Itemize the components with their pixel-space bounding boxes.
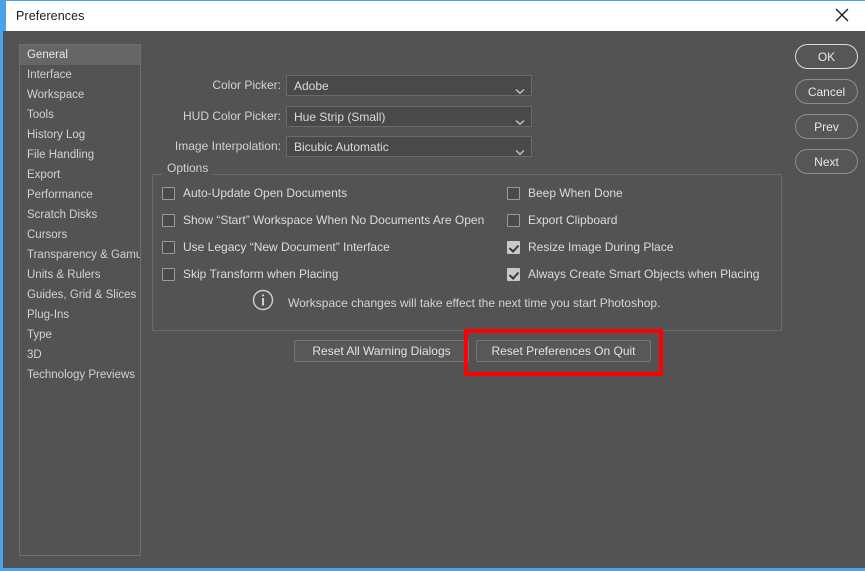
chevron-down-icon: [515, 82, 525, 100]
sidebar-item-performance[interactable]: Performance: [20, 185, 140, 205]
sidebar-item-transparency-gamut[interactable]: Transparency & Gamut: [20, 245, 140, 265]
reset-all-warning-dialogs-button[interactable]: Reset All Warning Dialogs: [294, 340, 469, 362]
sidebar-item-type[interactable]: Type: [20, 325, 140, 345]
reset-preferences-on-quit-button[interactable]: Reset Preferences On Quit: [476, 340, 651, 362]
checkbox-row[interactable]: Beep When Done: [507, 184, 623, 202]
checkbox-row[interactable]: Use Legacy “New Document” Interface: [162, 238, 390, 256]
field-label-slot: Color Picker:: [156, 75, 281, 96]
cancel-button[interactable]: Cancel: [795, 79, 858, 104]
checkbox-label: Beep When Done: [528, 186, 623, 200]
checkbox-unchecked-icon[interactable]: [162, 240, 175, 254]
checkbox-row[interactable]: Auto-Update Open Documents: [162, 184, 347, 202]
preferences-dialog: Preferences General Interface Workspace Too…: [0, 0, 865, 571]
dialog-content: General Interface Workspace Tools History Lo…: [6, 31, 865, 568]
dropdown-hud-color-picker[interactable]: Hue Strip (Small): [286, 106, 532, 127]
field-label-slot: Image Interpolation:: [156, 136, 281, 157]
field-row: Image Interpolation: Bicubic Automatic: [6, 136, 566, 157]
checkbox-checked-icon[interactable]: [507, 240, 520, 254]
sidebar-item-3d[interactable]: 3D: [20, 345, 140, 365]
options-group-title: Options: [162, 161, 214, 175]
field-label: Image Interpolation:: [174, 139, 281, 153]
field-label: HUD Color Picker:: [182, 109, 281, 123]
checkbox-label: Resize Image During Place: [528, 240, 674, 254]
chevron-down-icon: [515, 143, 525, 161]
field-row: HUD Color Picker: Hue Strip (Small): [6, 106, 566, 127]
checkbox-unchecked-icon[interactable]: [507, 186, 520, 200]
sidebar-item-export[interactable]: Export: [20, 165, 140, 185]
info-icon: [252, 289, 274, 316]
checkbox-label: Always Create Smart Objects when Placing: [528, 267, 760, 281]
field-label: Color Picker:: [212, 78, 281, 92]
checkbox-unchecked-icon[interactable]: [162, 186, 175, 200]
chevron-down-icon: [515, 113, 525, 131]
close-icon[interactable]: [819, 1, 865, 29]
title-bar: Preferences: [3, 0, 865, 31]
sidebar-item-general[interactable]: General: [20, 45, 140, 65]
sidebar-item-scratch-disks[interactable]: Scratch Disks: [20, 205, 140, 225]
window-title: Preferences: [16, 9, 85, 23]
field-row: Color Picker: Adobe: [6, 75, 566, 96]
checkbox-label: Show “Start” Workspace When No Documents…: [183, 213, 485, 227]
checkbox-row[interactable]: Skip Transform when Placing: [162, 265, 338, 283]
checkbox-unchecked-icon[interactable]: [162, 213, 175, 227]
checkbox-row[interactable]: Export Clipboard: [507, 211, 617, 229]
sidebar-item-units-rulers[interactable]: Units & Rulers: [20, 265, 140, 285]
prev-button[interactable]: Prev: [795, 114, 858, 139]
checkbox-label: Skip Transform when Placing: [183, 267, 339, 281]
ok-button[interactable]: OK: [795, 44, 858, 69]
dropdown-color-picker[interactable]: Adobe: [286, 75, 532, 96]
checkbox-row[interactable]: Show “Start” Workspace When No Documents…: [162, 211, 484, 229]
field-label-slot: HUD Color Picker:: [156, 106, 281, 127]
checkbox-unchecked-icon[interactable]: [162, 267, 175, 281]
sidebar-item-technology-previews[interactable]: Technology Previews: [20, 365, 140, 385]
sidebar-item-cursors[interactable]: Cursors: [20, 225, 140, 245]
checkbox-row[interactable]: Resize Image During Place: [507, 238, 673, 256]
checkbox-label: Export Clipboard: [528, 213, 618, 227]
sidebar-item-guides-grid-slices[interactable]: Guides, Grid & Slices: [20, 285, 140, 305]
dropdown-value: Bicubic Automatic: [294, 140, 389, 154]
dropdown-image-interpolation[interactable]: Bicubic Automatic: [286, 136, 532, 157]
checkbox-row[interactable]: Always Create Smart Objects when Placing: [507, 265, 759, 283]
checkbox-label: Auto-Update Open Documents: [183, 186, 348, 200]
checkbox-label: Use Legacy “New Document” Interface: [183, 240, 390, 254]
dropdown-value: Adobe: [294, 79, 329, 93]
next-button[interactable]: Next: [795, 149, 858, 174]
workspace-note: Workspace changes will take effect the n…: [252, 289, 660, 316]
checkbox-unchecked-icon[interactable]: [507, 213, 520, 227]
dropdown-value: Hue Strip (Small): [294, 110, 386, 124]
checkbox-checked-icon[interactable]: [507, 267, 520, 281]
sidebar-item-plug-ins[interactable]: Plug-Ins: [20, 305, 140, 325]
workspace-note-text: Workspace changes will take effect the n…: [288, 295, 661, 310]
